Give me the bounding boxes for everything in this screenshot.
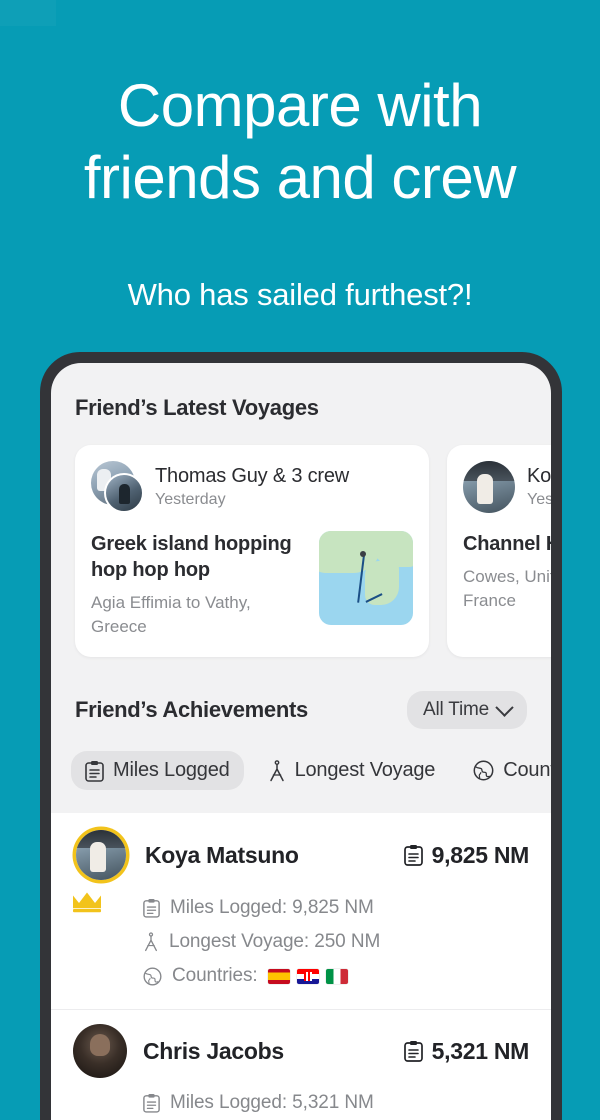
voyage-card-body: Channel Hop Cowes, United Kingdom to Ben… — [463, 531, 551, 613]
achievement-tabs: Miles Logged Longest Voyage Countries — [51, 729, 551, 790]
phone-mockup: Friend’s Latest Voyages Thomas Guy & 3 c… — [40, 352, 562, 1120]
achievements-header: Friend’s Achievements All Time — [51, 657, 551, 729]
clipboard-icon — [143, 1094, 160, 1113]
page-subtitle: Who has sailed furthest?! — [127, 277, 473, 312]
leaderboard-score: 9,825 NM — [403, 841, 530, 869]
voyage-card-header: Koya Yesterday — [463, 461, 551, 513]
country-flags — [267, 968, 348, 984]
clipboard-icon — [143, 899, 160, 918]
voyage-title: Greek island hopping hop hop hop — [91, 533, 292, 581]
voyage-author: Thomas Guy & 3 crew — [155, 465, 350, 487]
tab-countries[interactable]: Countries — [459, 751, 551, 790]
flag-italy-icon — [325, 968, 348, 984]
voyages-section-title: Friend’s Latest Voyages — [75, 395, 319, 420]
page-title-line1: Compare with — [117, 72, 483, 139]
map-pin-icon — [360, 551, 366, 557]
tab-label: Miles Logged — [113, 759, 230, 781]
voyage-card[interactable]: Koya Yesterday Channel Hop Cowes, United… — [447, 445, 551, 657]
avatar-group — [91, 461, 144, 513]
leaderboard-name: Chris Jacobs — [143, 1037, 284, 1064]
period-filter-dropdown[interactable]: All Time — [407, 691, 527, 729]
stat-label: Miles Logged: 9,825 NM — [170, 897, 374, 918]
hero-section: Compare with friends and crew Who has sa… — [0, 0, 600, 314]
tab-label: Countries — [503, 759, 551, 781]
voyage-date: Yesterday — [155, 491, 226, 508]
leaderboard-name: Koya Matsuno — [145, 841, 299, 868]
voyage-title: Channel Hop — [463, 533, 551, 555]
voyage-map-thumbnail[interactable] — [319, 531, 413, 625]
table-row[interactable]: Koya Matsuno 9,825 NM Miles Logged: 9,82… — [51, 813, 551, 1010]
phone-screen: Friend’s Latest Voyages Thomas Guy & 3 c… — [51, 363, 551, 1120]
chevron-down-icon — [495, 697, 514, 717]
stat-longest-voyage: Longest Voyage: 250 NM — [143, 925, 529, 959]
clipboard-icon — [403, 1041, 423, 1062]
stat-label: Miles Logged: 5,321 NM — [170, 1092, 374, 1113]
globe-icon — [143, 966, 162, 986]
divider-compass-icon — [269, 759, 284, 781]
tab-label: Longest Voyage — [294, 759, 436, 781]
globe-icon — [473, 760, 494, 781]
stat-miles-logged: Miles Logged: 9,825 NM — [143, 891, 529, 925]
stat-label: Countries: — [172, 965, 258, 986]
avatar — [463, 461, 515, 513]
period-filter-label: All Time — [423, 699, 489, 720]
clipboard-icon — [403, 845, 423, 866]
voyage-card-body: Greek island hopping hop hop hop Agia Ef… — [91, 531, 413, 639]
page-title-line2: friends and crew — [83, 144, 517, 211]
leaderboard-score: 5,321 NM — [403, 1037, 530, 1065]
voyage-date: Yesterday — [527, 491, 551, 508]
voyage-card[interactable]: Thomas Guy & 3 crew Yesterday Greek isla… — [75, 445, 429, 657]
voyage-card-header: Thomas Guy & 3 crew Yesterday — [91, 461, 413, 513]
clipboard-icon — [85, 760, 104, 782]
leaderboard-stats: Miles Logged: 5,321 NM — [73, 1086, 529, 1120]
divider-compass-icon — [145, 932, 157, 952]
stat-miles-logged: Miles Logged: 5,321 NM — [143, 1086, 529, 1120]
flag-croatia-icon — [296, 968, 319, 984]
tab-miles-logged[interactable]: Miles Logged — [71, 751, 244, 790]
leaderboard-row-header: Chris Jacobs 5,321 NM — [73, 1024, 529, 1078]
voyage-route: Cowes, United Kingdom to Benodet, France — [463, 567, 551, 610]
achievements-section-title: Friend’s Achievements — [75, 697, 308, 722]
voyage-route: Agia Effimia to Vathy, Greece — [91, 593, 251, 636]
leaderboard-score-value: 9,825 NM — [431, 841, 530, 868]
avatar — [73, 1024, 127, 1078]
crown-icon — [73, 892, 101, 913]
table-row[interactable]: Chris Jacobs 5,321 NM Miles Logged: 5,32… — [51, 1010, 551, 1120]
leaderboard-stats: Miles Logged: 9,825 NM Longest Voyage: 2… — [73, 891, 529, 993]
tab-longest-voyage[interactable]: Longest Voyage — [254, 751, 450, 790]
page-title: Compare with friends and crew — [0, 70, 600, 214]
stat-countries: Countries: — [143, 959, 529, 993]
voyage-author: Koya — [527, 465, 551, 487]
avatar — [76, 830, 126, 880]
leaderboard-score-value: 5,321 NM — [431, 1037, 530, 1064]
leaderboard: Koya Matsuno 9,825 NM Miles Logged: 9,82… — [51, 813, 551, 1120]
stat-label: Longest Voyage: 250 NM — [169, 931, 381, 952]
flag-spain-icon — [267, 968, 290, 984]
voyages-carousel[interactable]: Thomas Guy & 3 crew Yesterday Greek isla… — [51, 421, 551, 657]
avatar — [104, 473, 144, 513]
leaderboard-row-header: Koya Matsuno 9,825 NM — [73, 827, 529, 883]
